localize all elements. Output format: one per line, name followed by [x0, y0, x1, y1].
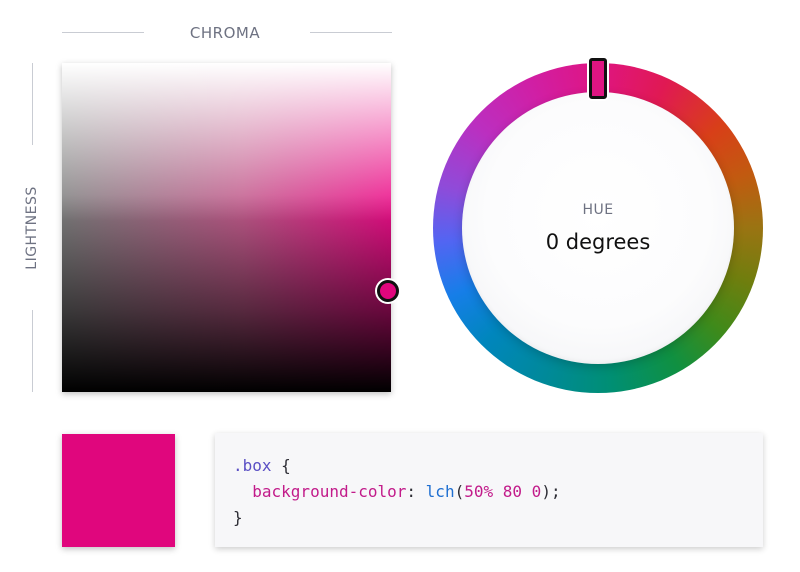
- lightness-axis-line-top: [32, 63, 33, 145]
- code-line-3: }: [233, 505, 745, 531]
- code-paren-close: );: [541, 482, 561, 501]
- code-line-1: .box {: [233, 453, 745, 479]
- code-selector: .box: [233, 456, 272, 475]
- css-code-panel: .box { background-color: lch(50% 80 0); …: [215, 433, 763, 547]
- code-open-brace: {: [281, 456, 291, 475]
- code-arg-lightness: 50%: [464, 482, 494, 501]
- chroma-axis-line-left: [62, 32, 144, 33]
- code-close-brace: }: [233, 508, 243, 527]
- chroma-axis-label: CHROMA: [189, 24, 261, 42]
- hue-wheel-center: [462, 92, 734, 364]
- hue-handle[interactable]: [589, 58, 607, 99]
- chroma-axis-line-right: [310, 32, 392, 33]
- chroma-lightness-handle[interactable]: [377, 280, 399, 302]
- code-arg-hue: 0: [531, 482, 542, 501]
- code-function: lch: [425, 482, 455, 501]
- code-property: background-color: [252, 482, 407, 501]
- hue-label: HUE: [582, 202, 614, 218]
- code-colon: :: [406, 482, 417, 501]
- hue-value: 0 degrees: [545, 230, 651, 254]
- code-paren-open: (: [454, 482, 465, 501]
- chroma-lightness-picker[interactable]: [62, 63, 399, 392]
- code-line-2: background-color: lch(50% 80 0);: [233, 479, 745, 505]
- lightness-axis-label: LIGHTNESS: [24, 186, 40, 270]
- code-arg-chroma: 80: [502, 482, 523, 501]
- lightness-axis-line-bottom: [32, 310, 33, 392]
- color-swatch: [62, 434, 175, 547]
